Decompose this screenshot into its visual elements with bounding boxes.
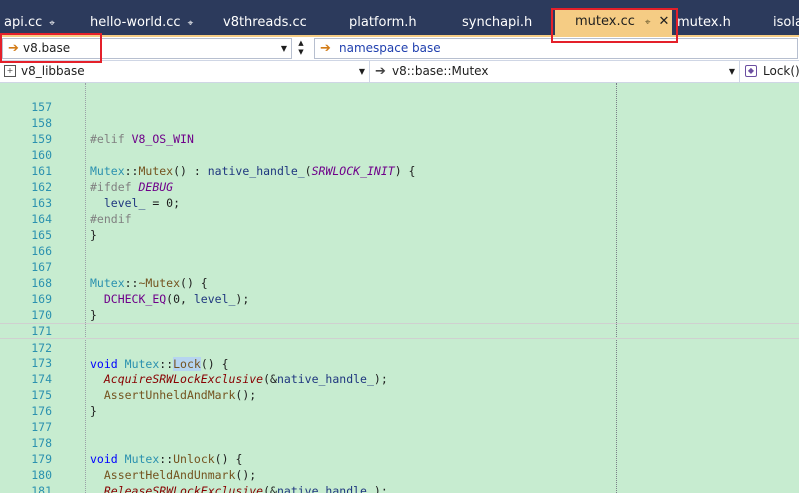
tab-label: isola [773,15,799,30]
namespace-dropdown-value: namespace base [339,41,441,55]
code-line: 168 DCHECK_EQ(0, level_); [0,259,799,306]
code-line: 164 } [0,195,799,242]
tab-label: v8threads.cc [223,15,307,30]
code-line: 166 [0,227,799,258]
tab-platform-h[interactable]: platform.h [349,10,417,36]
navigation-bar: ➔ v8.base ▼ ▲ ▼ ➔ namespace base [0,37,799,61]
tab-label: mutex.h [677,15,731,30]
member-dropdown[interactable]: ◆ Lock() [740,61,799,83]
code-line: 180 ReleaseSRWLockExclusive(&native_hand… [0,451,799,493]
code-line: 176 [0,387,799,418]
pin-icon[interactable]: ⌖ [188,11,194,37]
code-line: 179 AssertHeldAndUnmark(); [0,435,799,482]
code-line: 174 AssertUnheldAndMark(); [0,355,799,402]
code-line: 160 Mutex::Mutex() : native_handle_(SRWL… [0,131,799,178]
code-line: 165 [0,211,799,242]
project-dropdown[interactable]: + v8_libbase ▼ [0,61,370,83]
arrow-right-icon: ➔ [320,41,331,56]
method-icon: ◆ [745,65,757,77]
current-code-line: 172 void Mutex::Lock() { [0,323,799,371]
chevron-down-icon: ▼ [280,44,287,53]
code-line: 161 #ifdef DEBUG [0,147,799,194]
class-dropdown-value: v8::base::Mutex [392,64,489,78]
class-dropdown[interactable]: ➔ v8::base::Mutex ▼ [370,61,740,83]
code-line: 178 void Mutex::Unlock() { [0,419,799,466]
code-line: 169 } [0,275,799,322]
code-editor[interactable]: 157 158 #elif V8_OS_WIN 159 160 Mutex::M… [0,83,799,493]
code-line: 182 [0,483,799,493]
scope-spin-buttons[interactable]: ▲ ▼ [295,39,307,59]
code-line: 171 [0,307,799,338]
project-dropdown-value: v8_libbase [21,64,85,78]
arrow-right-icon: ➔ [375,64,386,79]
chevron-down-icon: ▼ [728,67,735,76]
tab-hello-world-cc[interactable]: hello-world.cc ⌖ [90,10,193,36]
code-line: 181 } [0,467,799,493]
tab-mutex-h[interactable]: mutex.h [677,10,731,36]
code-line: 163 #endif [0,179,799,226]
tab-label: hello-world.cc [90,15,181,30]
code-line: 157 [0,83,799,114]
code-line: 175 } [0,371,799,418]
document-tab-strip: api.cc ⌖ hello-world.cc ⌖ v8threads.cc pla… [0,0,799,37]
tab-synchapi-h[interactable]: synchapi.h [462,10,532,36]
code-line: 159 [0,115,799,146]
code-line: 167 Mutex::~Mutex() { [0,243,799,290]
highlight-box-active-tab [551,8,678,43]
code-line: 158 #elif V8_OS_WIN [0,99,799,146]
code-line: 177 [0,403,799,434]
tab-label: api.cc [4,15,43,30]
tab-isola[interactable]: isola [773,10,799,36]
code-line: 170 [0,291,799,322]
code-line: 173 AcquireSRWLockExclusive(&native_hand… [0,339,799,386]
project-icon: + [4,65,16,77]
tab-label: synchapi.h [462,15,533,30]
chevron-down-icon: ▼ [358,67,365,76]
member-dropdown-value: Lock() [763,64,799,78]
tab-v8threads-cc[interactable]: v8threads.cc [223,10,307,36]
tab-label: platform.h [349,15,417,30]
code-line: 162 level_ = 0; [0,163,799,210]
member-navigation-bar: + v8_libbase ▼ ➔ v8::base::Mutex ▼ ◆ Loc… [0,61,799,83]
highlight-box-scope [0,33,102,63]
